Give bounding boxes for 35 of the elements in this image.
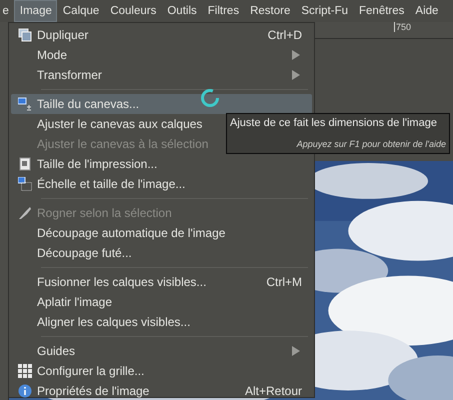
tooltip-hint: Appuyez sur F1 pour obtenir de l'aide bbox=[296, 139, 446, 150]
menu-item[interactable]: Échelle et taille de l'image... bbox=[11, 174, 312, 194]
print-size-icon bbox=[18, 157, 32, 171]
menu-item[interactable]: Configurer la grille... bbox=[11, 361, 312, 381]
menu-bar-item[interactable]: Script-Fu bbox=[296, 0, 354, 22]
menu-item[interactable]: Découpage automatique de l'image bbox=[11, 223, 312, 243]
tooltip-text: Ajuste de ce fait les dimensions de l'image bbox=[230, 116, 438, 130]
menu-bar-item[interactable]: Fenêtres bbox=[354, 0, 410, 22]
duplicate-icon bbox=[18, 28, 32, 42]
menu-bar-item[interactable]: Outils bbox=[162, 0, 202, 22]
menu-item[interactable]: Taille de l'impression... bbox=[11, 154, 312, 174]
menu-item[interactable]: Fusionner les calques visibles... Ctrl+M bbox=[11, 272, 312, 292]
menu-bar-item[interactable]: Couleurs bbox=[104, 0, 162, 22]
canvas-size-icon bbox=[18, 97, 32, 111]
menu-item[interactable]: Découpage futé... bbox=[11, 243, 312, 263]
scale-image-icon bbox=[18, 177, 32, 191]
menu-item[interactable]: Mode bbox=[11, 45, 312, 65]
menu-bar-item[interactable]: Image bbox=[14, 0, 58, 22]
menu-bar-item[interactable]: e bbox=[0, 0, 14, 22]
menu-item[interactable]: Aplatir l'image bbox=[11, 292, 312, 312]
busy-spinner-icon bbox=[200, 88, 220, 108]
grid-icon bbox=[18, 364, 32, 378]
menu-item[interactable]: Dupliquer Ctrl+D bbox=[11, 25, 312, 45]
menu-item[interactable]: Transformer bbox=[11, 65, 312, 85]
menu-item[interactable]: Guides bbox=[11, 341, 312, 361]
menu-bar-item[interactable]: Restore bbox=[244, 0, 296, 22]
menu-item[interactable]: Aligner les calques visibles... bbox=[11, 312, 312, 332]
menu-item[interactable]: Propriétés de l'image Alt+Retour bbox=[11, 381, 312, 400]
info-icon bbox=[18, 384, 32, 398]
menu-bar-item[interactable]: Filtres bbox=[202, 0, 245, 22]
crop-knife-icon bbox=[18, 206, 32, 220]
menu-bar-item[interactable]: Aide bbox=[410, 0, 444, 22]
menu-bar-item[interactable]: Calque bbox=[57, 0, 105, 22]
ruler-label: 750 bbox=[394, 22, 412, 32]
menu-item[interactable]: Taille du canevas... bbox=[11, 94, 312, 114]
